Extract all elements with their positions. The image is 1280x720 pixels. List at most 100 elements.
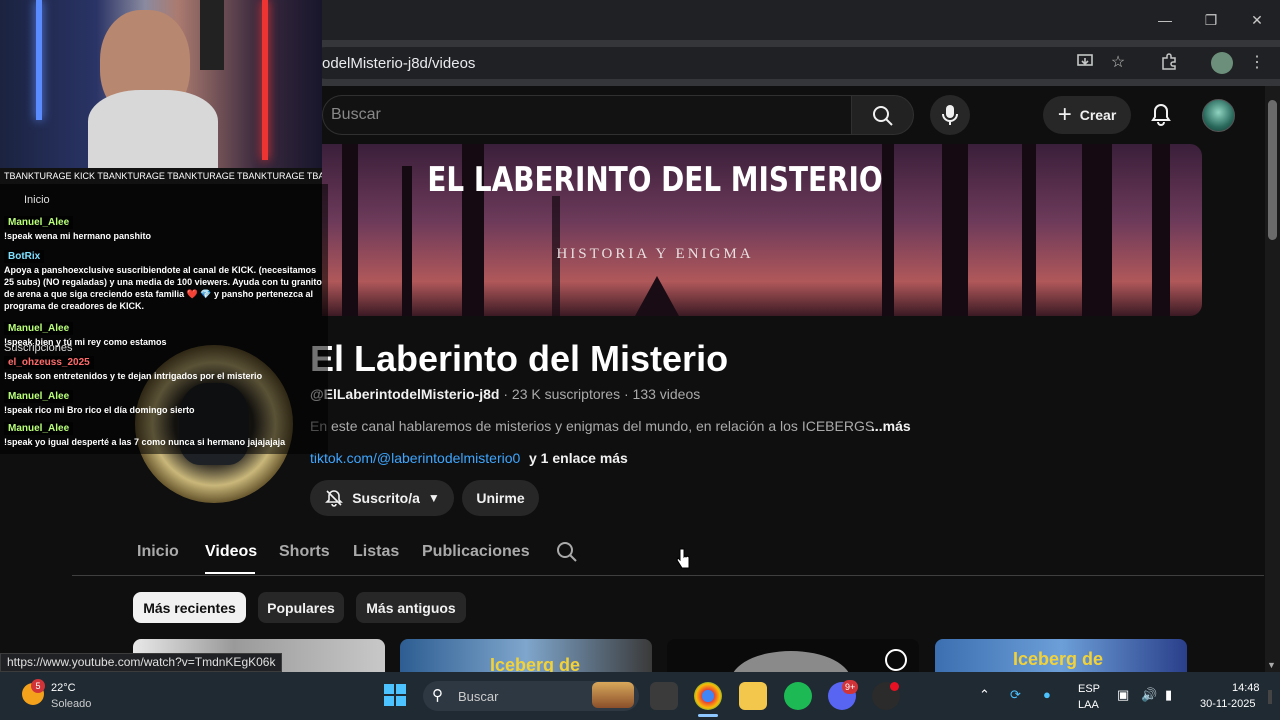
chat-text: Apoya a panshoexclusive suscribiendote a…	[4, 265, 322, 311]
more-links[interactable]: y 1 enlace más	[529, 450, 628, 466]
channel-meta: @ElLaberintodelMisterio-j8d · 23 K suscr…	[310, 386, 700, 402]
close-icon[interactable]: ✕	[1245, 8, 1269, 32]
banner-title: EL LABERINTO DEL MISTERIO	[427, 160, 883, 200]
channel-name: El Laberinto del Misterio	[310, 338, 729, 379]
active-tab-indicator	[205, 572, 255, 574]
video-thumbnail[interactable]	[667, 639, 919, 672]
search-icon: ⚲	[432, 687, 443, 704]
minimize-icon[interactable]: —	[1153, 8, 1177, 32]
search-icon	[873, 106, 893, 126]
menu-kebab-icon[interactable]: ⋮	[1246, 52, 1268, 74]
volume-icon[interactable]: 🔊	[1141, 687, 1157, 703]
chat-username: Manuel_Alee	[4, 322, 74, 335]
language-bottom[interactable]: LAA	[1078, 699, 1099, 711]
join-button[interactable]: Unirme	[462, 480, 539, 516]
chat-message: el_ohzeuss_2025 !speak son entretenidos …	[4, 352, 324, 382]
task-view-icon[interactable]	[650, 682, 678, 710]
search-input[interactable]	[322, 95, 852, 135]
hand-cursor-icon	[676, 548, 690, 570]
chip-mas-antiguos[interactable]: Más antiguos	[356, 592, 466, 623]
spotify-icon[interactable]	[784, 682, 812, 710]
show-desktop-button[interactable]	[1268, 690, 1272, 704]
battery-icon[interactable]: ▮	[1165, 687, 1172, 703]
tabs-divider	[72, 575, 1264, 576]
chip-populares[interactable]: Populares	[258, 592, 344, 623]
thumbnail-caption: Iceberg de	[490, 655, 581, 672]
weather-temp[interactable]: 22°C	[51, 682, 76, 694]
channel-link[interactable]: tiktok.com/@laberintodelmisterio0	[310, 450, 520, 466]
subscribed-label: Suscrito/a	[352, 490, 420, 506]
address-bar-url[interactable]: odelMisterio-j8d/videos	[322, 55, 475, 72]
channel-description[interactable]: En este canal hablaremos de misterios y …	[310, 418, 878, 434]
weather-badge: 5	[31, 679, 45, 693]
search-button[interactable]	[851, 95, 914, 135]
weather-desc[interactable]: Soleado	[51, 698, 91, 710]
tab-shorts[interactable]: Shorts	[279, 543, 330, 561]
banner-subtitle: HISTORIA Y ENIGMA	[556, 246, 754, 262]
language-top[interactable]: ESP	[1078, 683, 1100, 695]
account-avatar[interactable]	[1202, 99, 1235, 132]
watch-later-icon[interactable]	[885, 649, 907, 671]
video-thumbnail[interactable]: Iceberg de	[400, 639, 652, 672]
subscriber-count: 23 K suscriptores	[511, 386, 621, 402]
chat-message: Manuel_Alee !speak rico mi Bro rico el d…	[4, 386, 324, 416]
tab-publicaciones[interactable]: Publicaciones	[422, 543, 530, 561]
network-icon[interactable]: ▣	[1117, 687, 1129, 703]
chat-message: Manuel_Alee !speak wena mi hermano pansh…	[4, 212, 324, 242]
active-app-indicator	[698, 714, 718, 717]
chat-text: !speak rico mi Bro rico el día domingo s…	[4, 405, 195, 415]
meta-separator: ·	[623, 386, 629, 402]
install-app-icon[interactable]	[1074, 52, 1096, 74]
search-highlight-image	[592, 682, 634, 708]
description-more-link[interactable]: ...más	[871, 418, 911, 434]
thumbnail-caption: Iceberg de	[1013, 649, 1104, 669]
bell-off-icon	[325, 490, 344, 507]
create-button[interactable]: + Crear	[1043, 96, 1131, 134]
video-thumbnail[interactable]: Iceberg de	[935, 639, 1187, 672]
file-explorer-icon[interactable]	[739, 682, 767, 710]
subscribed-button[interactable]: Suscrito/a ▼	[310, 480, 454, 516]
restore-icon[interactable]: ❐	[1199, 8, 1223, 32]
bookmark-star-icon[interactable]: ☆	[1107, 52, 1129, 74]
search-placeholder: Buscar	[331, 106, 381, 123]
led-light	[262, 0, 268, 160]
led-light	[36, 0, 42, 120]
channel-handle[interactable]: @ElLaberintodelMisterio-j8d	[310, 386, 499, 402]
stream-chat-overlay: Inicio Manuel_Alee !speak wena mi herman…	[0, 184, 328, 454]
notifications-bell-icon[interactable]	[1146, 100, 1176, 130]
ghost-nav-inicio: Inicio	[24, 194, 50, 206]
extensions-icon[interactable]	[1158, 52, 1180, 74]
chat-username: Manuel_Alee	[4, 216, 74, 229]
taskbar-search-placeholder: Buscar	[458, 689, 499, 704]
scrollbar-thumb[interactable]	[1268, 100, 1277, 240]
microphone-arm	[200, 0, 224, 70]
tab-videos[interactable]: Videos	[205, 543, 257, 561]
chevron-up-icon[interactable]: ⌃	[979, 687, 990, 703]
microphone-icon	[942, 105, 958, 125]
moon-shape	[731, 651, 851, 672]
chat-text: !speak yo igual desperté a las 7 como nu…	[4, 437, 286, 447]
pyramid-shape	[635, 276, 679, 316]
profile-avatar[interactable]	[1211, 52, 1233, 74]
chrome-icon[interactable]	[694, 682, 722, 710]
chat-message: BotRix Apoya a panshoexclusive suscribie…	[4, 246, 324, 312]
clock-time[interactable]: 14:48	[1232, 682, 1260, 694]
chip-mas-recientes[interactable]: Más recientes	[133, 592, 246, 623]
meta-separator: ·	[503, 386, 509, 402]
clock-date[interactable]: 30-11-2025	[1200, 698, 1255, 710]
chat-username: Manuel_Alee	[4, 422, 74, 435]
channel-search-icon[interactable]	[556, 541, 578, 563]
scroll-down-arrow-icon[interactable]: ▼	[1267, 660, 1276, 670]
chat-username: Manuel_Alee	[4, 390, 74, 403]
chevron-down-icon: ▼	[427, 491, 440, 505]
tab-inicio[interactable]: Inicio	[137, 543, 179, 561]
recording-dot	[890, 682, 899, 691]
sync-icon[interactable]: ⟳	[1010, 687, 1021, 703]
tab-listas[interactable]: Listas	[353, 543, 399, 561]
link-status-bar: https://www.youtube.com/watch?v=TmdnKEgK…	[0, 653, 283, 672]
voice-search-button[interactable]	[930, 95, 970, 135]
discord-badge: 9+	[842, 680, 859, 694]
microphone-tray-icon[interactable]: ●	[1043, 687, 1051, 702]
windows-start-icon[interactable]	[384, 684, 406, 706]
chat-username: el_ohzeuss_2025	[4, 356, 94, 369]
